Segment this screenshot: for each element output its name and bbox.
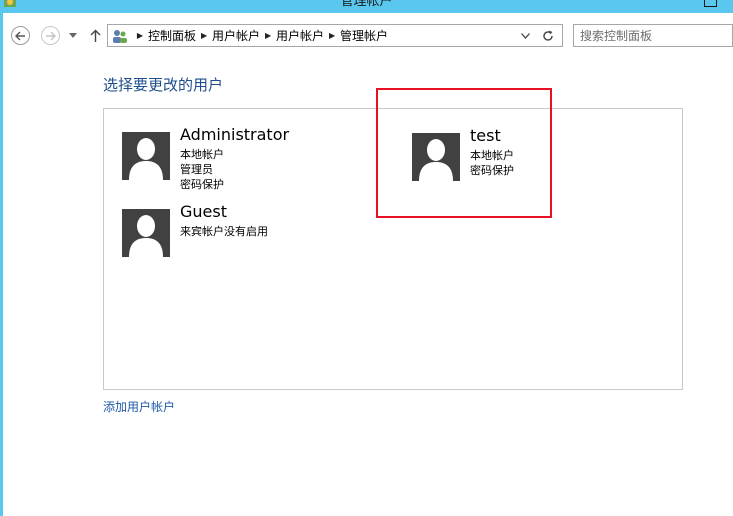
forward-arrow-icon bbox=[46, 31, 56, 40]
breadcrumb-manage-accounts[interactable]: 管理帐户 bbox=[340, 27, 388, 44]
user-details: 来宾帐户没有启用 bbox=[180, 224, 268, 239]
breadcrumb-separator-icon[interactable]: ▶ bbox=[262, 31, 274, 40]
up-button[interactable] bbox=[88, 27, 102, 43]
breadcrumb-user-accounts[interactable]: 用户帐户 bbox=[212, 27, 260, 44]
search-box[interactable] bbox=[573, 24, 733, 47]
user-avatar-icon bbox=[122, 209, 170, 257]
window-title: 管理帐户 bbox=[340, 0, 393, 9]
minimize-button[interactable] bbox=[658, 0, 692, 13]
navigation-bar: ▶ 控制面板 ▶ 用户帐户 ▶ 用户帐户 ▶ 管理帐户 bbox=[3, 13, 733, 59]
users-icon bbox=[112, 28, 128, 44]
breadcrumb-user-accounts-sub[interactable]: 用户帐户 bbox=[276, 27, 324, 44]
user-detail: 管理员 bbox=[180, 163, 213, 176]
user-detail: 本地帐户 bbox=[180, 148, 224, 161]
breadcrumb-separator-icon[interactable]: ▶ bbox=[198, 31, 210, 40]
maximize-button[interactable] bbox=[693, 0, 727, 13]
refresh-button[interactable] bbox=[540, 27, 556, 44]
chevron-down-icon bbox=[69, 32, 77, 38]
address-dropdown-button[interactable] bbox=[518, 28, 532, 43]
user-detail: 密码保护 bbox=[470, 164, 514, 177]
address-bar[interactable]: ▶ 控制面板 ▶ 用户帐户 ▶ 用户帐户 ▶ 管理帐户 bbox=[107, 24, 563, 47]
user-detail: 来宾帐户没有启用 bbox=[180, 225, 268, 238]
window-frame bbox=[0, 13, 3, 516]
maximize-icon bbox=[704, 0, 717, 7]
title-bar: 管理帐户 bbox=[0, 0, 733, 13]
breadcrumb-separator-icon[interactable]: ▶ bbox=[134, 31, 146, 40]
breadcrumb-separator-icon[interactable]: ▶ bbox=[326, 31, 338, 40]
chevron-down-icon bbox=[520, 32, 530, 39]
user-list-panel: Administrator 本地帐户 管理员 密码保护 test 本地帐户 密码… bbox=[103, 108, 683, 390]
user-avatar-icon bbox=[122, 132, 170, 180]
user-name: Guest bbox=[180, 202, 227, 221]
user-details: 本地帐户 密码保护 bbox=[470, 148, 514, 178]
forward-button[interactable] bbox=[41, 26, 60, 45]
user-name: Administrator bbox=[180, 125, 290, 144]
search-input[interactable] bbox=[580, 26, 720, 45]
user-detail: 本地帐户 bbox=[470, 149, 514, 162]
refresh-icon bbox=[543, 30, 553, 41]
page-title: 选择要更改的用户 bbox=[103, 76, 224, 94]
breadcrumb-control-panel[interactable]: 控制面板 bbox=[148, 27, 196, 44]
user-name: test bbox=[470, 126, 501, 145]
user-details: 本地帐户 管理员 密码保护 bbox=[180, 147, 224, 192]
recent-locations-button[interactable] bbox=[67, 27, 79, 43]
user-detail: 密码保护 bbox=[180, 178, 224, 191]
up-arrow-icon bbox=[90, 29, 100, 42]
back-button[interactable] bbox=[11, 26, 30, 45]
user-avatar-icon bbox=[412, 133, 460, 181]
add-user-account-link[interactable]: 添加用户帐户 bbox=[103, 398, 175, 415]
back-arrow-icon bbox=[15, 31, 25, 40]
breadcrumb: ▶ 控制面板 ▶ 用户帐户 ▶ 用户帐户 ▶ 管理帐户 bbox=[132, 25, 388, 46]
